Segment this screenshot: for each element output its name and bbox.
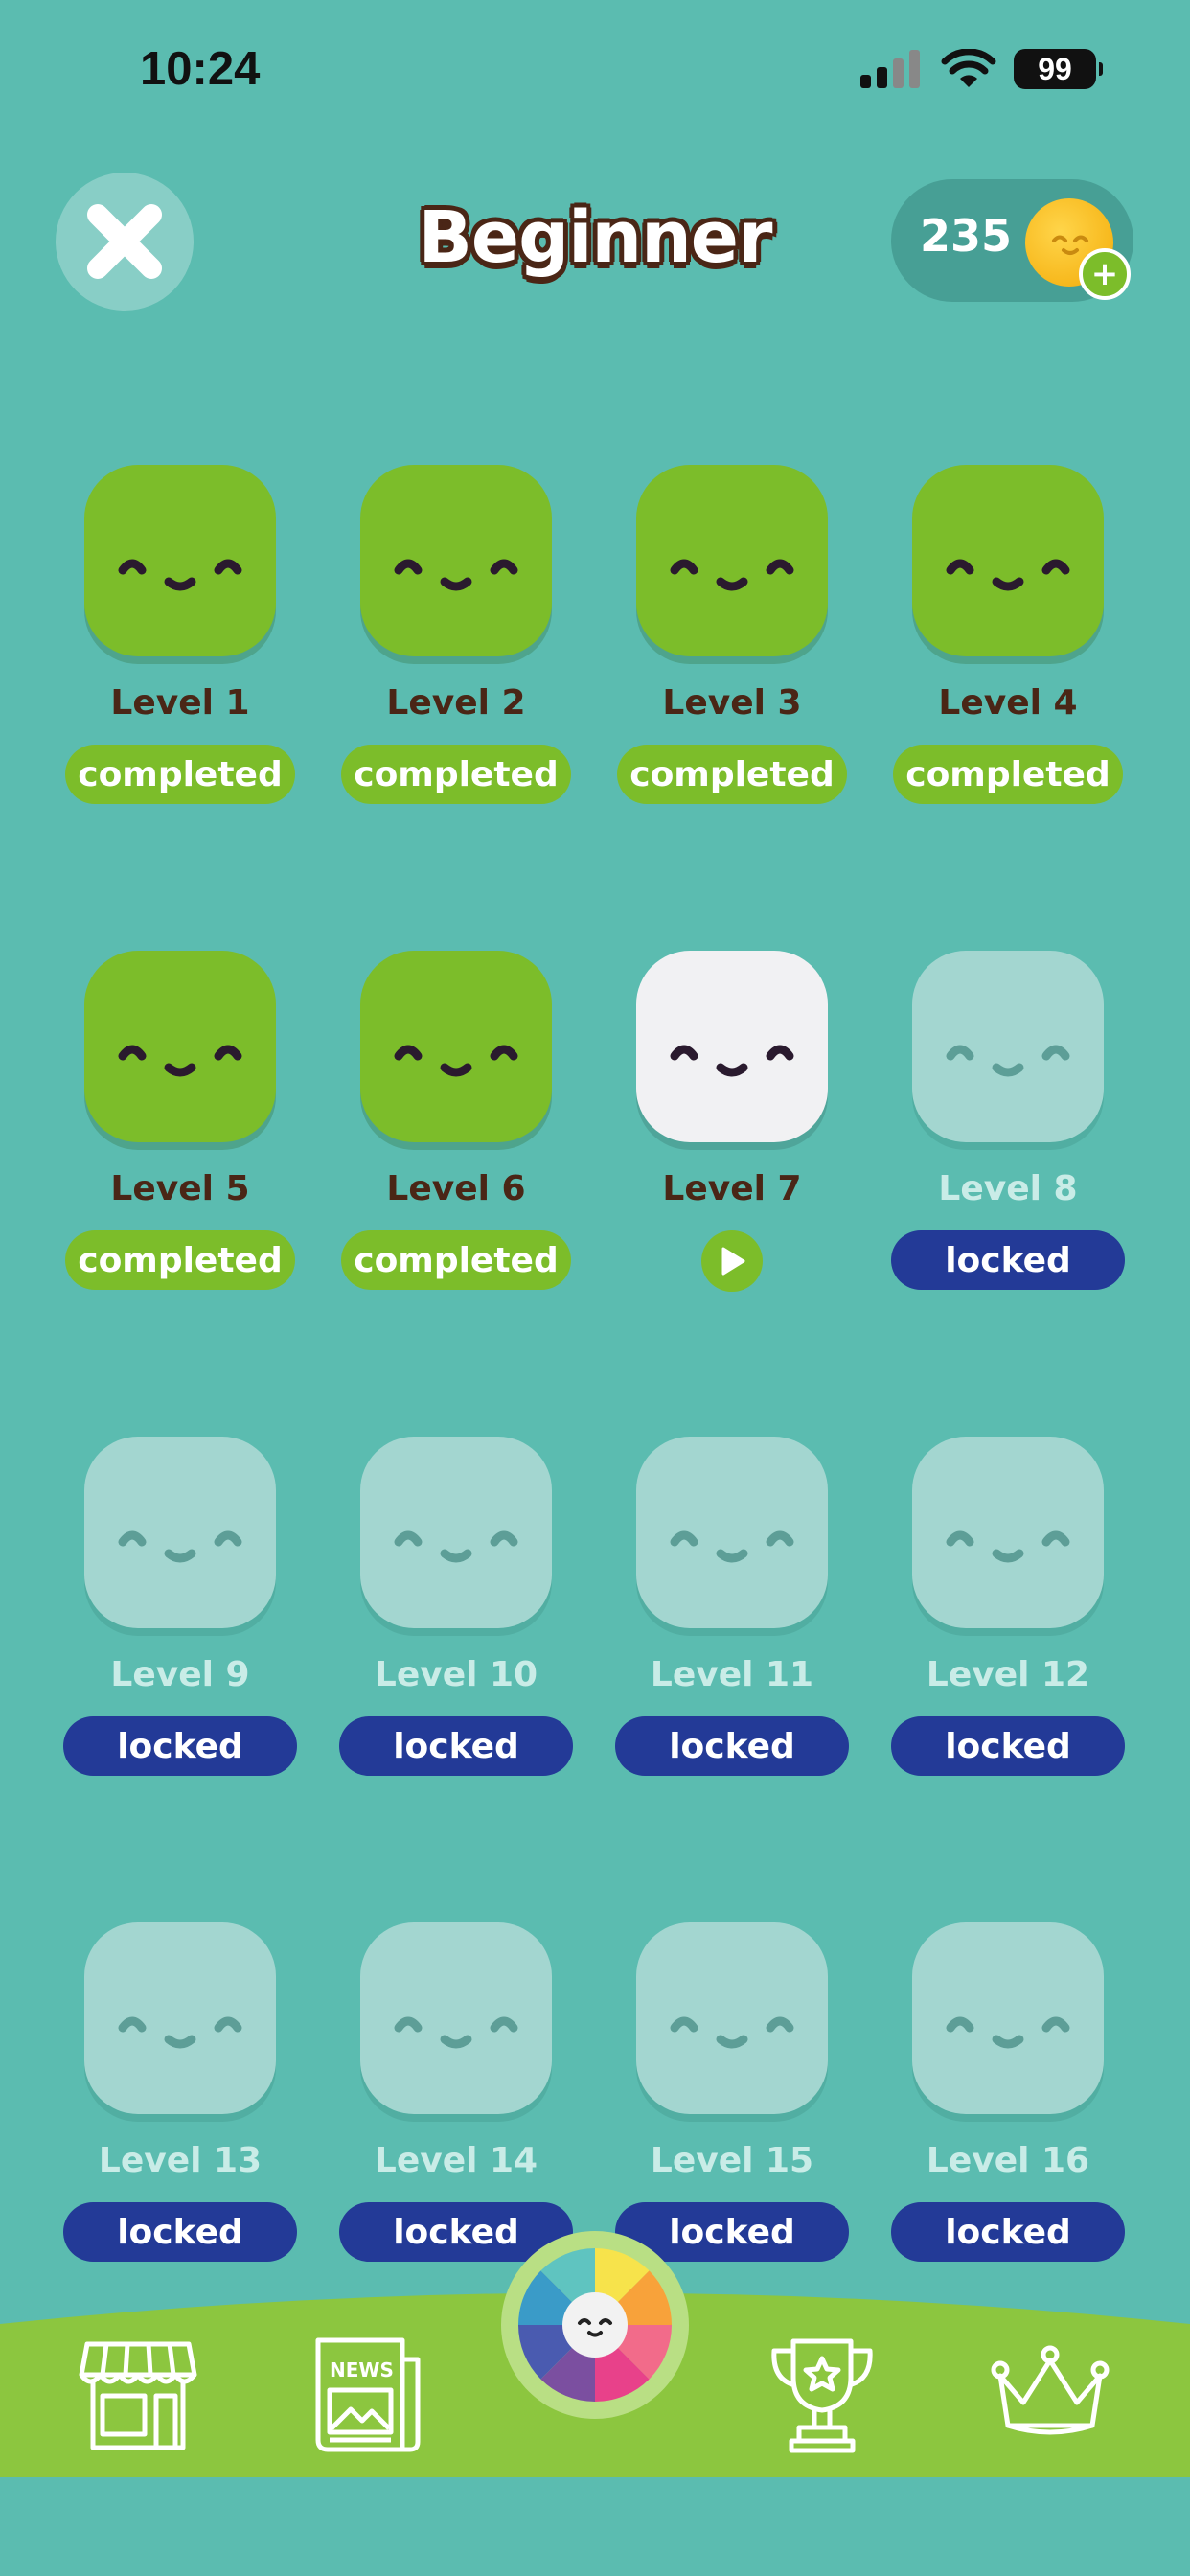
- play-button[interactable]: [701, 1230, 763, 1292]
- level-label: Level 10: [374, 1655, 538, 1694]
- level-card[interactable]: Level 7: [609, 951, 885, 1437]
- level-card[interactable]: Level 9 locked: [57, 1437, 333, 1922]
- completed-badge: completed: [65, 1230, 295, 1290]
- completed-badge: completed: [617, 745, 847, 804]
- smiley-face-icon: [946, 1045, 1070, 1077]
- level-label: Level 14: [374, 2141, 538, 2180]
- level-tile[interactable]: [360, 1437, 552, 1628]
- smiley-face-icon: [118, 559, 242, 591]
- level-card[interactable]: Level 2 completed: [333, 465, 609, 951]
- smiley-face-icon: [946, 559, 1070, 591]
- wifi-icon: [941, 49, 996, 87]
- battery-indicator: 99: [1014, 49, 1103, 89]
- status-icons: 99: [860, 48, 1103, 90]
- level-card[interactable]: Level 4 completed: [885, 465, 1161, 951]
- level-card[interactable]: Level 8 locked: [885, 951, 1161, 1437]
- level-label: Level 12: [926, 1655, 1090, 1694]
- level-label: Level 13: [98, 2141, 263, 2180]
- level-tile[interactable]: [360, 951, 552, 1142]
- trophy-icon: [771, 2338, 873, 2453]
- level-card[interactable]: Level 11 locked: [609, 1437, 885, 1922]
- nav-shop[interactable]: [71, 2329, 205, 2463]
- smiley-face-icon: [670, 1045, 794, 1077]
- level-tile[interactable]: [912, 1437, 1104, 1628]
- coin-count: 235: [920, 210, 1013, 262]
- level-tile[interactable]: [84, 1922, 276, 2114]
- level-tile[interactable]: [912, 1922, 1104, 2114]
- add-coins-button[interactable]: +: [1079, 248, 1131, 300]
- locked-badge: locked: [63, 1716, 297, 1776]
- level-tile[interactable]: [912, 465, 1104, 656]
- level-tile[interactable]: [636, 465, 828, 656]
- level-tile[interactable]: [84, 465, 276, 656]
- bottom-nav: NEWS: [0, 2231, 1190, 2576]
- smiley-face-icon: [946, 1530, 1070, 1563]
- level-tile[interactable]: [360, 1922, 552, 2114]
- level-label: Level 16: [926, 2141, 1090, 2180]
- level-tile[interactable]: [912, 951, 1104, 1142]
- smiley-face-icon: [394, 1530, 518, 1563]
- level-label: Level 9: [110, 1655, 250, 1694]
- smiley-face-icon: [394, 2016, 518, 2049]
- level-label: Level 5: [110, 1169, 250, 1208]
- play-icon: [721, 1247, 745, 1276]
- news-label: NEWS: [330, 2358, 394, 2381]
- level-label: Level 3: [662, 683, 802, 723]
- level-card[interactable]: Level 5 completed: [57, 951, 333, 1437]
- nav-news[interactable]: NEWS: [301, 2329, 435, 2463]
- level-tile[interactable]: [636, 951, 828, 1142]
- locked-badge: locked: [891, 2202, 1125, 2262]
- level-label: Level 11: [650, 1655, 814, 1694]
- locked-badge: locked: [891, 1716, 1125, 1776]
- signal-icon: [860, 50, 920, 88]
- level-tile[interactable]: [84, 1437, 276, 1628]
- locked-badge: locked: [615, 1716, 849, 1776]
- completed-badge: completed: [65, 745, 295, 804]
- locked-badge: locked: [63, 2202, 297, 2262]
- level-label: Level 8: [938, 1169, 1078, 1208]
- smiley-face-icon: [394, 559, 518, 591]
- completed-badge: completed: [341, 745, 571, 804]
- level-tile[interactable]: [84, 951, 276, 1142]
- smiley-face-icon: [394, 1045, 518, 1077]
- completed-badge: completed: [893, 745, 1123, 804]
- level-card[interactable]: Level 10 locked: [333, 1437, 609, 1922]
- smiley-face-icon: [118, 2016, 242, 2049]
- level-label: Level 4: [938, 683, 1078, 723]
- nav-crown[interactable]: [983, 2329, 1117, 2463]
- smiley-face-icon: [118, 1530, 242, 1563]
- level-label: Level 7: [662, 1169, 802, 1208]
- level-tile[interactable]: [636, 1437, 828, 1628]
- crown-icon: [991, 2345, 1110, 2435]
- level-card[interactable]: Level 3 completed: [609, 465, 885, 951]
- level-label: Level 2: [386, 683, 526, 723]
- smiley-face-icon: [118, 1045, 242, 1077]
- locked-badge: locked: [891, 1230, 1125, 1290]
- news-icon: NEWS: [315, 2337, 421, 2452]
- smiley-face-icon: [670, 559, 794, 591]
- level-label: Level 15: [650, 2141, 814, 2180]
- status-time: 10:24: [140, 43, 261, 95]
- coin-balance[interactable]: 235 +: [891, 179, 1133, 302]
- nav-trophy[interactable]: [755, 2329, 889, 2463]
- level-tile[interactable]: [636, 1922, 828, 2114]
- level-card[interactable]: Level 12 locked: [885, 1437, 1161, 1922]
- smiley-face-icon: [670, 1530, 794, 1563]
- locked-badge: locked: [339, 1716, 573, 1776]
- smiley-face-icon: [946, 2016, 1070, 2049]
- shop-icon: [79, 2341, 197, 2450]
- color-wheel-icon: [518, 2248, 672, 2402]
- level-grid: Level 1 completed Level 2 completed Level 3 c…: [57, 465, 1133, 2408]
- level-card[interactable]: Level 6 completed: [333, 951, 609, 1437]
- level-label: Level 6: [386, 1169, 526, 1208]
- completed-badge: completed: [341, 1230, 571, 1290]
- level-card[interactable]: Level 1 completed: [57, 465, 333, 951]
- smiley-face-icon: [670, 2016, 794, 2049]
- level-tile[interactable]: [360, 465, 552, 656]
- level-label: Level 1: [110, 683, 250, 723]
- nav-play-wheel[interactable]: [501, 2231, 689, 2419]
